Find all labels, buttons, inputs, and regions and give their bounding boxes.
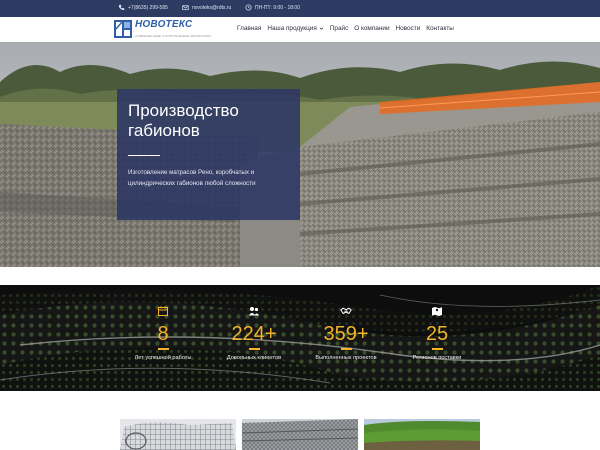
stat-value: 359+ [323,323,369,345]
logo-tagline: СОВРЕМЕННЫЕ СТРОИТЕЛЬНЫЕ МАТЕРИАЛЫ [135,34,212,38]
chevron-down-icon [319,27,324,30]
top-info-bar: +7(8635) 299-585 novoteks@rdtx.ru ПН-ПТ:… [0,0,600,17]
stat-projects: 359+ Выполненных проектов [301,305,391,361]
stat-underline [248,348,260,350]
stat-label: Лет успешной работы [134,354,192,361]
handshake-icon [340,307,352,315]
calendar-icon [158,306,168,316]
stat-value: 224+ [231,323,277,345]
phone-number[interactable]: +7(8635) 299-585 [128,5,168,11]
nav-item-about[interactable]: О компании [354,25,389,32]
hero-card: Производство габионов Изготовление матра… [117,89,300,220]
stats-background-photo [0,285,600,391]
stat-years: 8 Лет успешной работы [118,305,208,361]
nav-item-price[interactable]: Прайс [330,25,348,32]
main-navigation: Главная Наша продукция Прайс О компании … [237,25,460,32]
product-image-mesh-roll[interactable] [120,419,236,450]
hero-background-photo [0,42,600,267]
stat-label: Регионов поставки [412,354,462,361]
product-image-gabion-boxes[interactable] [242,419,358,450]
hero-divider [128,155,160,156]
nav-item-products-label: Наша продукция [267,25,317,32]
hero-description: Изготовление матрасов Рено, коробчатых и… [128,169,256,187]
stats-section: 8 Лет успешной работы 224+ Довольных кли… [0,285,600,391]
nav-item-contacts[interactable]: Контакты [426,25,454,32]
working-hours: ПН-ПТ: 9:00 - 18:00 [245,4,300,11]
users-icon [248,307,260,316]
clock-icon [245,4,252,11]
logo-name: НОВОТЕКС [135,19,193,30]
email-address[interactable]: novoteks@rdtx.ru [192,5,231,11]
nav-item-products[interactable]: Наша продукция [267,25,324,32]
phone-icon [118,4,125,11]
stat-label: Выполненных проектов [315,354,377,361]
email-contact[interactable]: novoteks@rdtx.ru [182,4,231,11]
phone-contact[interactable]: +7(8635) 299-585 [118,4,168,11]
stat-value: 25 [425,323,449,345]
working-hours-text: ПН-ПТ: 9:00 - 18:00 [255,4,300,11]
product-image-geotextile-lawn[interactable] [364,419,480,450]
site-logo[interactable]: НОВОТЕКС СОВРЕМЕННЫЕ СТРОИТЕЛЬНЫЕ МАТЕРИ… [113,19,211,39]
stat-label: Довольных клиентов [226,354,282,361]
stat-underline [431,348,443,350]
logo-mark-icon [114,20,132,38]
stat-underline [157,348,169,350]
envelope-icon [182,5,189,10]
nav-item-news[interactable]: Новости [396,25,421,32]
hero-banner: Производство габионов Изготовление матра… [0,42,600,267]
section-gap [0,267,600,285]
site-header: НОВОТЕКС СОВРЕМЕННЫЕ СТРОИТЕЛЬНЫЕ МАТЕРИ… [0,17,600,42]
stat-value: 8 [157,323,169,345]
map-icon [432,307,442,316]
hero-title: Производство габионов [128,101,239,140]
nav-item-home[interactable]: Главная [237,25,261,32]
stat-regions: 25 Регионов поставки [392,305,482,361]
stat-underline [340,348,352,350]
stat-clients: 224+ Довольных клиентов [209,305,299,361]
products-section [0,391,600,450]
